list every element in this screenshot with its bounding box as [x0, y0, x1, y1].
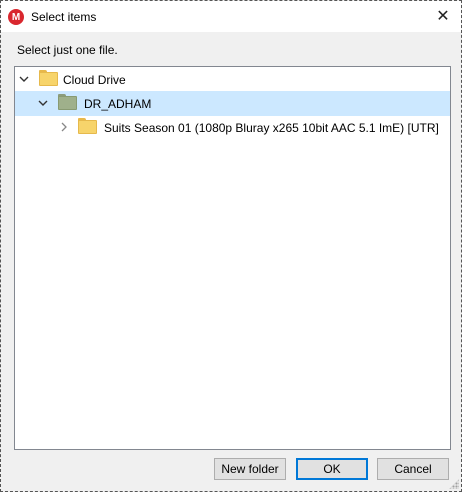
shared-folder-icon — [58, 94, 77, 110]
title-bar: M Select items ✕ — [1, 1, 461, 32]
tree-item-label: Suits Season 01 (1080p Bluray x265 10bit… — [104, 121, 439, 135]
dialog-title: Select items — [31, 10, 97, 24]
instruction-text: Select just one file. — [17, 43, 118, 57]
chevron-down-icon[interactable] — [17, 71, 31, 87]
tree-item-suits-season-01[interactable]: Suits Season 01 (1080p Bluray x265 10bit… — [15, 115, 450, 140]
chevron-down-icon[interactable] — [36, 95, 50, 111]
tree-item-label: Cloud Drive — [63, 73, 126, 87]
new-folder-button[interactable]: New folder — [214, 458, 286, 480]
select-items-dialog: M Select items ✕ Select just one file. C… — [0, 0, 462, 492]
folder-icon — [78, 118, 97, 134]
chevron-right-icon[interactable] — [57, 119, 71, 135]
folder-tree[interactable]: Cloud Drive DR_ADHAM Suits Season 01 (10… — [14, 66, 451, 450]
ok-button[interactable]: OK — [296, 458, 368, 480]
folder-icon — [39, 70, 58, 86]
tree-item-dr-adham[interactable]: DR_ADHAM — [15, 91, 450, 116]
tree-item-cloud-drive[interactable]: Cloud Drive — [15, 67, 450, 92]
tree-item-label: DR_ADHAM — [84, 97, 152, 111]
close-icon: ✕ — [436, 8, 450, 25]
resize-grip[interactable] — [449, 479, 459, 489]
mega-logo-icon: M — [8, 9, 24, 25]
close-button[interactable]: ✕ — [431, 5, 455, 27]
cancel-button[interactable]: Cancel — [377, 458, 449, 480]
